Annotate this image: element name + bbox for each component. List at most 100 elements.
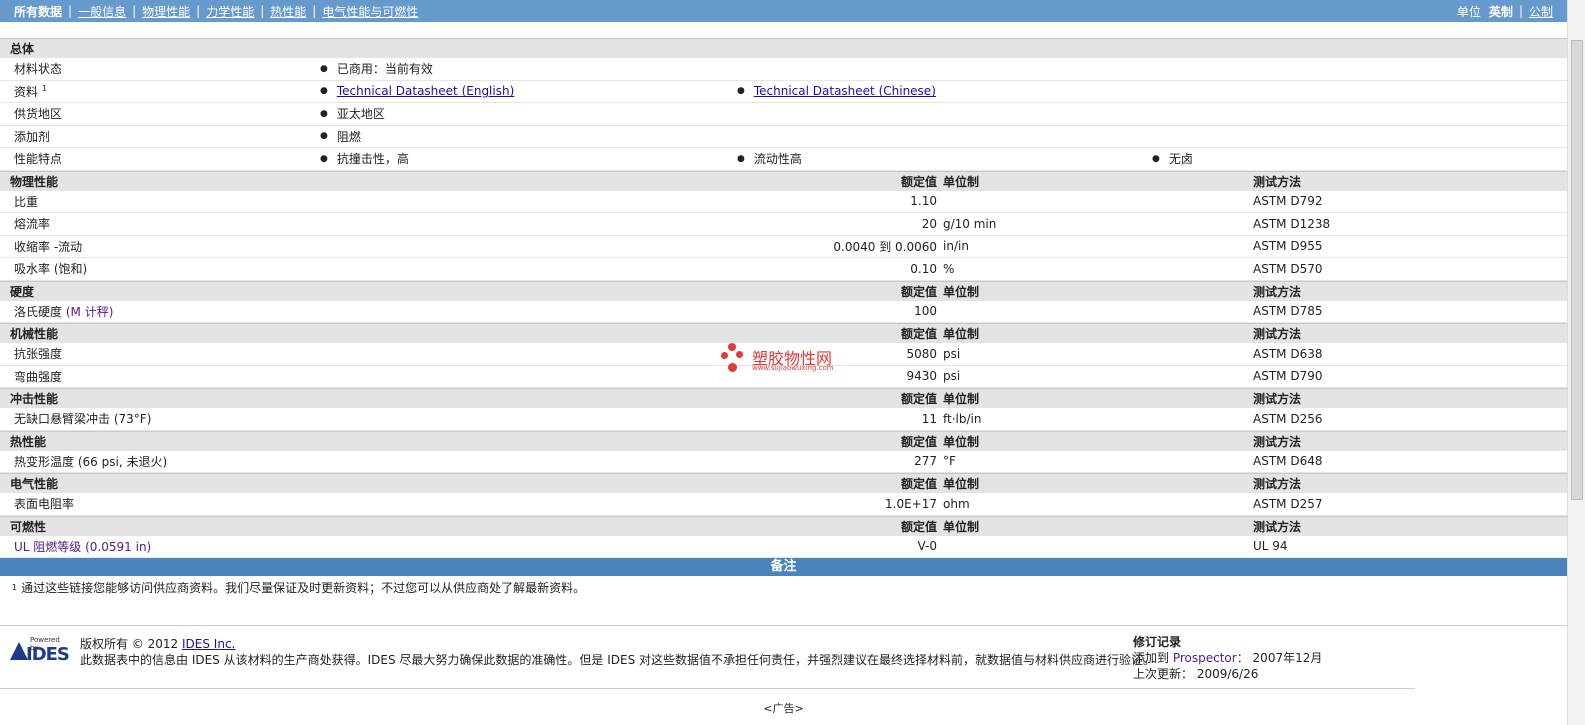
nominal-value: V-0: [917, 539, 937, 554]
condition-note: (M 计秤): [65, 304, 114, 319]
footnote-text: 通过这些链接您能够访问供应商资料。我们尽量保证及时更新资料；不过您可以从供应商处…: [21, 580, 586, 595]
test-method: ASTM D955: [1253, 239, 1323, 254]
table-row: 吸水率 (饱和) 0.10% ASTM D570: [0, 258, 1567, 281]
nav-electrical[interactable]: 电气性能与可燃性: [322, 3, 418, 20]
section-flammability: 可燃性 额定值 单位制 测试方法: [0, 515, 1567, 536]
nav-physical[interactable]: 物理性能: [142, 3, 190, 20]
property-label: 吸水率 (饱和): [14, 262, 88, 277]
section-title: 总体: [10, 42, 35, 56]
scrollbar-thumb[interactable]: [1571, 40, 1583, 500]
revision-title: 修订记录: [1133, 635, 1182, 649]
value-cell: ● 无卤: [1152, 150, 1193, 167]
col-header-unit: 单位制: [943, 284, 980, 299]
value-text: 抗撞击性，高: [336, 152, 409, 167]
nominal-value: 100: [914, 304, 937, 319]
unit-value: psi: [943, 369, 961, 384]
property-label: 添加剂: [14, 129, 51, 144]
logo-text: IDES: [26, 644, 70, 665]
unit-metric[interactable]: 公制: [1529, 3, 1553, 20]
col-header-test: 测试方法: [1253, 434, 1302, 449]
unit-imperial[interactable]: 英制: [1489, 3, 1513, 20]
test-method: ASTM D256: [1253, 411, 1323, 426]
table-row: 表面电阻率 1.0E+17 ohm ASTM D257: [0, 493, 1567, 516]
section-title: 电气性能: [10, 477, 59, 491]
section-hardness: 硬度 额定值 单位制 测试方法: [0, 280, 1567, 301]
value-text: 阻燃: [336, 129, 361, 144]
test-method: ASTM D638: [1253, 346, 1323, 361]
property-label: 热变形温度 (66 psi, 未退火): [14, 453, 167, 470]
watermark-url: www.sujiaowuxing.com: [752, 364, 834, 372]
nav-separator: |: [1518, 4, 1523, 18]
property-label: 比重: [14, 194, 39, 209]
footer: Powered by IDES 版权所有 © 2012 IDES Inc. 此数…: [0, 625, 1567, 690]
unit-value: °F: [943, 454, 956, 469]
property-label: 无缺口悬臂梁冲击 (73°F): [14, 410, 151, 427]
added-label: 添加到: [1133, 651, 1170, 665]
disclaimer: 此数据表中的信息由 IDES 从该材料的生产商处获得。IDES 尽最大努力确保此…: [80, 653, 1156, 667]
vertical-scrollbar[interactable]: [1567, 0, 1585, 725]
nav-all-data[interactable]: 所有数据: [14, 3, 62, 20]
label-text: UL 阻燃等级: [14, 539, 82, 554]
col-header-test: 测试方法: [1253, 392, 1302, 406]
nav-thermal[interactable]: 热性能: [270, 3, 306, 20]
test-method: ASTM D570: [1253, 261, 1323, 276]
property-label: 收缩率 -流动: [14, 239, 83, 254]
watermark-dot: [721, 352, 728, 359]
table-row: 收缩率 -流动 0.0040 到 0.0060 in/in ASTM D955: [0, 236, 1567, 258]
copyright: 版权所有 © 2012 IDES Inc.: [80, 635, 235, 652]
label-text: 无缺口悬臂梁冲击: [14, 412, 111, 427]
col-header-unit: 单位制: [943, 392, 980, 406]
unit-selector: 单位 英制 | 公制: [1457, 3, 1553, 20]
table-row: 洛氏硬度 (M 计秤) 100 ASTM D785: [0, 301, 1567, 323]
col-header-test: 测试方法: [1253, 327, 1302, 341]
col-header-unit: 单位制: [943, 327, 980, 341]
value-cell: ● Technical Datasheet (English): [320, 84, 514, 98]
nav-mechanical[interactable]: 力学性能: [206, 3, 254, 20]
top-nav-bar: 所有数据 | 一般信息 | 物理性能 | 力学性能 | 热性能 | 电气性能与可…: [0, 0, 1567, 22]
revision-added: 添加到 Prospector： 2007年12月: [1133, 650, 1322, 666]
value-text: 亚太地区: [336, 107, 385, 122]
footer-divider: [0, 688, 1415, 689]
section-title: 硬度: [10, 284, 35, 299]
nominal-value: 277: [914, 454, 937, 469]
bullet-icon: ●: [320, 131, 328, 142]
datasheet-chinese-link[interactable]: Technical Datasheet (Chinese): [754, 84, 936, 98]
bullet-icon: ●: [320, 86, 328, 97]
property-label: 性能特点: [14, 152, 63, 167]
footnote: 1 通过这些链接您能够访问供应商资料。我们尽量保证及时更新资料；不过您可以从供应…: [0, 576, 1567, 598]
table-row: 供货地区 ● 亚太地区: [0, 103, 1567, 126]
property-label: 弯曲强度: [14, 369, 63, 384]
nominal-value: 20: [921, 216, 937, 231]
unit-value: ft·lb/in: [943, 411, 982, 426]
table-row: 熔流率 20 g/10 min ASTM D1238: [0, 213, 1567, 236]
col-header-test: 测试方法: [1253, 284, 1302, 299]
section-thermal: 热性能 额定值 单位制 测试方法: [0, 430, 1567, 451]
table-row: 性能特点 ● 抗撞击性，高 ● 流动性高 ● 无卤: [0, 148, 1567, 171]
watermark-dot: [736, 351, 743, 358]
footnote-ref: 1: [41, 83, 47, 93]
test-method: ASTM D785: [1253, 304, 1323, 319]
test-method: ASTM D790: [1253, 369, 1323, 384]
nav-general-info[interactable]: 一般信息: [78, 3, 126, 20]
value-cell: ● 阻燃: [320, 128, 361, 145]
value-text: 无卤: [1168, 152, 1193, 167]
section-mechanical: 机械性能 额定值 单位制 测试方法: [0, 323, 1567, 343]
col-header-test: 测试方法: [1253, 477, 1302, 491]
added-where: Prospector：: [1172, 651, 1249, 665]
condition-note: (0.0591 in): [85, 539, 152, 554]
datasheet-english-link[interactable]: Technical Datasheet (English): [337, 84, 514, 98]
company-link[interactable]: IDES Inc.: [182, 637, 235, 651]
section-title: 可燃性: [10, 519, 47, 534]
table-row: 比重 1.10 ASTM D792: [0, 191, 1567, 213]
nominal-value: 5080: [906, 346, 937, 361]
nav-separator: |: [260, 4, 265, 18]
section-title: 机械性能: [10, 327, 59, 341]
advertisement-label: <广告>: [763, 702, 804, 715]
label-text: 热变形温度: [14, 454, 75, 469]
updated-label: 上次更新：: [1133, 667, 1194, 681]
section-general: 总体: [0, 38, 1567, 58]
section-impact: 冲击性能 额定值 单位制 测试方法: [0, 388, 1567, 408]
ides-logo[interactable]: Powered by IDES: [8, 636, 70, 665]
bullet-icon: ●: [737, 86, 745, 97]
property-label: 洛氏硬度 (M 计秤): [14, 303, 113, 320]
